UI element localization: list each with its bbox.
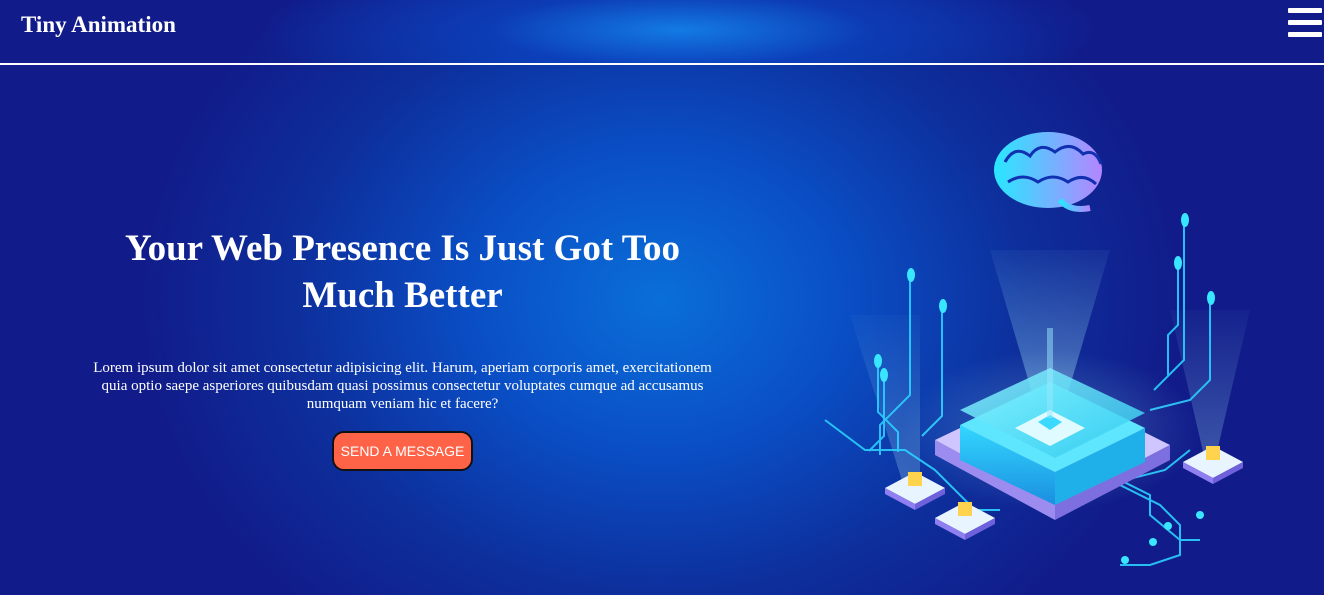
hero-description: Lorem ipsum dolor sit amet consectetur a… — [93, 360, 712, 412]
brain-icon — [994, 132, 1103, 212]
site-header: Tiny Animation — [0, 0, 1324, 65]
satellite-chip — [935, 502, 995, 540]
ai-chip-brain-illustration — [824, 132, 1250, 566]
brand-logo[interactable]: Tiny Animation — [21, 12, 176, 38]
send-message-button[interactable]: SEND A MESSAGE — [331, 431, 474, 471]
hero-title: Your Web Presence Is Just Got Too Much B… — [124, 228, 681, 316]
hamburger-menu-icon[interactable] — [1288, 6, 1322, 40]
hero-section: Your Web Presence Is Just Got Too Much B… — [90, 225, 715, 471]
